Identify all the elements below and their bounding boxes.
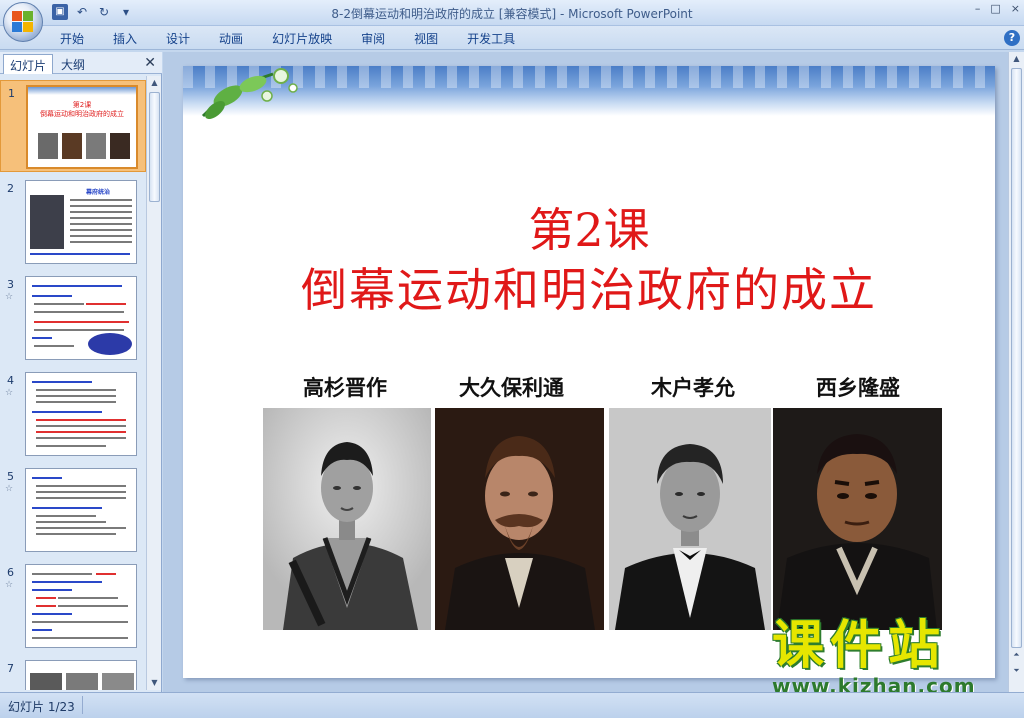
tab-slideshow[interactable]: 幻灯片放映 (272, 30, 347, 47)
tab-insert[interactable]: 插入 (113, 30, 152, 47)
close-icon[interactable]: ✕ (144, 55, 156, 71)
scroll-thumb[interactable] (149, 92, 160, 202)
slide-number: 1 (8, 87, 15, 100)
office-button[interactable] (3, 2, 43, 42)
slide-preview: 幕府统治 (25, 180, 137, 264)
watermark-logo-text: 课件站 (772, 616, 947, 676)
window-controls: – □ × (975, 2, 1020, 15)
tab-home[interactable]: 开始 (60, 30, 99, 47)
slide-preview (25, 372, 137, 456)
tab-view[interactable]: 视图 (414, 30, 453, 47)
slide-thumbnail-5[interactable]: 5 ☆ (0, 464, 146, 556)
slide-preview: 第2课 倒幕运动和明治政府的成立 (26, 85, 138, 169)
ribbon-tabs: 开始 插入 设计 动画 幻灯片放映 审阅 视图 开发工具 (60, 30, 544, 47)
portrait-name-3[interactable]: 木户孝允 (651, 372, 735, 402)
thumb-title-line2: 倒幕运动和明治政府的成立 (40, 110, 124, 118)
tab-slides[interactable]: 幻灯片 (3, 54, 54, 74)
slide-thumbnail-7[interactable]: 7 (0, 656, 146, 690)
slide-title-line1[interactable]: 第2课 (183, 194, 995, 260)
animation-star-icon: ☆ (5, 388, 14, 398)
status-bar: 幻灯片 1/23 (0, 692, 1024, 718)
help-icon[interactable]: ? (1004, 30, 1020, 46)
watermark: 课件站 www.kjzhan.com (772, 618, 1012, 698)
portrait-name-1[interactable]: 高杉晋作 (303, 372, 387, 402)
slide-thumbnail-3[interactable]: 3 ☆ (0, 272, 146, 364)
slide-title-line2[interactable]: 倒幕运动和明治政府的成立 (183, 254, 995, 320)
restore-button[interactable]: □ (990, 2, 1000, 15)
animation-star-icon: ☆ (5, 484, 14, 494)
slides-pane: 幻灯片 大纲 ✕ 1 第2课 倒幕运动和明治政府的成立 2 幕府统治 3 ☆ 4… (0, 52, 162, 692)
slide-thumbnails: 1 第2课 倒幕运动和明治政府的成立 2 幕府统治 3 ☆ 4 ☆ 5 ☆ 6 … (0, 76, 146, 690)
leaf-decoration-icon (201, 68, 298, 119)
slide-preview (25, 660, 137, 690)
scroll-thumb[interactable] (1011, 68, 1022, 648)
animation-star-icon: ☆ (5, 292, 14, 302)
slide-number: 7 (7, 662, 14, 675)
slide-preview (25, 468, 137, 552)
scroll-up-icon[interactable]: ▲ (148, 76, 161, 90)
animation-star-icon: ☆ (5, 580, 14, 590)
portrait-photo-2[interactable] (435, 408, 604, 630)
portrait-photo-1[interactable] (263, 408, 431, 630)
thumbnail-scrollbar[interactable]: ▲ ▼ (146, 76, 161, 690)
slide-number: 4 (7, 374, 14, 387)
slide-thumbnail-2[interactable]: 2 幕府统治 (0, 176, 146, 268)
slide-number: 5 (7, 470, 14, 483)
scroll-down-icon[interactable]: ▼ (148, 676, 161, 690)
close-button[interactable]: × (1011, 2, 1020, 15)
slide-number: 6 (7, 566, 14, 579)
thumb-title-line1: 第2课 (72, 101, 92, 109)
window-title: 8-2倒幕运动和明治政府的成立 [兼容模式] - Microsoft Power… (331, 7, 693, 21)
thumb-heading: 幕府统治 (86, 189, 111, 196)
portrait-name-2[interactable]: 大久保利通 (459, 372, 564, 402)
slide-preview (25, 276, 137, 360)
office-logo-icon (12, 11, 34, 33)
minimize-button[interactable]: – (975, 2, 981, 15)
slide-preview (25, 564, 137, 648)
slide-thumbnail-4[interactable]: 4 ☆ (0, 368, 146, 460)
slide-number: 2 (7, 182, 14, 195)
scroll-up-icon[interactable]: ▲ (1010, 52, 1023, 66)
title-bar: ▣ ↶ ↻ ▾ 8-2倒幕运动和明治政府的成立 [兼容模式] - Microso… (0, 0, 1024, 42)
slide-canvas[interactable]: 第2课 倒幕运动和明治政府的成立 高杉晋作 大久保利通 木户孝允 西乡隆盛 (183, 66, 995, 678)
slide-thumbnail-1[interactable]: 1 第2课 倒幕运动和明治政府的成立 (0, 80, 146, 172)
tab-review[interactable]: 审阅 (361, 30, 400, 47)
portrait-photo-3[interactable] (609, 408, 771, 630)
tab-outline[interactable]: 大纲 (55, 54, 91, 74)
tab-design[interactable]: 设计 (166, 30, 205, 47)
tab-developer[interactable]: 开发工具 (467, 30, 530, 47)
slide-scrollbar[interactable]: ▲ ⏶ ⏷ (1008, 52, 1024, 692)
portrait-photo-4[interactable] (773, 408, 942, 630)
portrait-name-4[interactable]: 西乡隆盛 (816, 372, 900, 402)
pane-tabs: 幻灯片 大纲 ✕ (0, 52, 162, 74)
slide-thumbnail-6[interactable]: 6 ☆ (0, 560, 146, 652)
tab-animations[interactable]: 动画 (219, 30, 258, 47)
slide-indicator: 幻灯片 1/23 (8, 700, 75, 714)
ribbon: 开始 插入 设计 动画 幻灯片放映 审阅 视图 开发工具 ? (0, 26, 1024, 50)
slide-editor: 第2课 倒幕运动和明治政府的成立 高杉晋作 大久保利通 木户孝允 西乡隆盛 ▲ … (163, 52, 1024, 692)
status-divider (82, 696, 83, 714)
slide-number: 3 (7, 278, 14, 291)
